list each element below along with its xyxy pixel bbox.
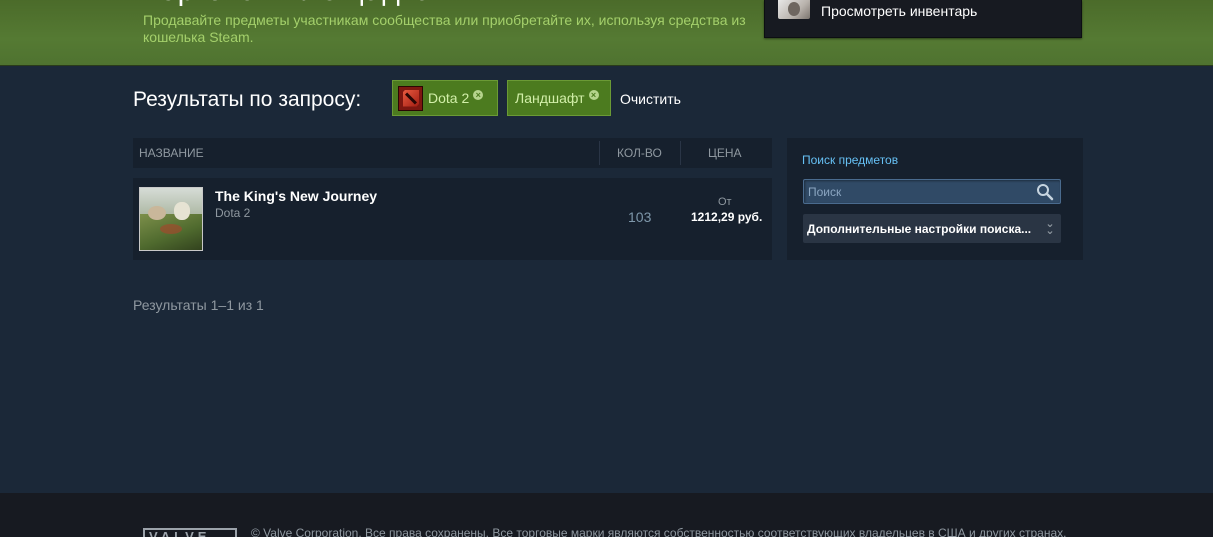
item-quantity: 103 [628,209,652,225]
table-row[interactable]: The King's New Journey Dota 2 103 От 121… [133,178,772,260]
column-quantity[interactable]: КОЛ-ВО [617,146,662,160]
market-banner: Торговая площадка Продавайте предметы уч… [0,0,1213,66]
avatar[interactable] [778,0,810,19]
item-search-title: Поиск предметов [802,153,899,167]
dota2-icon [398,85,423,111]
item-price: 1212,29 руб. [691,210,763,224]
item-search-panel: Поиск предметов Дополнительные настройки… [787,138,1083,260]
item-image [139,187,203,251]
filter-tag-label: Ландшафт [515,90,585,106]
results-table-header: НАЗВАНИЕ КОЛ-ВО ЦЕНА [133,138,772,168]
remove-tag-icon[interactable]: × [588,90,599,100]
footer: VALVE © Valve Corporation. Все права сох… [0,493,1213,537]
item-game: Dota 2 [215,206,251,220]
footer-copyright: © Valve Corporation. Все права сохранены… [251,526,1067,537]
view-inventory-link[interactable]: Просмотреть инвентарь [821,3,977,19]
valve-logo[interactable]: VALVE [143,528,237,537]
search-input[interactable] [805,181,1031,202]
item-name[interactable]: The King's New Journey [215,188,377,204]
column-name[interactable]: НАЗВАНИЕ [139,146,204,160]
page-title: Торговая площадка [143,0,433,8]
search-results-label: Результаты по запросу: [133,88,362,111]
column-divider [680,141,681,165]
results-count: Результаты 1–1 из 1 [133,297,264,313]
search-icon[interactable] [1036,183,1054,201]
item-price-prefix: От [718,196,732,208]
advanced-search-button[interactable]: Дополнительные настройки поиска... ⌄ ⌄ [803,214,1061,243]
inventory-box[interactable]: Просмотреть инвентарь [764,0,1082,38]
double-chevron-down-icon: ⌄ ⌄ [1045,218,1055,237]
filter-tag-label: Dota 2 [428,90,470,106]
filter-tag-landscape[interactable]: Ландшафт × [507,80,611,116]
column-divider [599,141,600,165]
advanced-search-label: Дополнительные настройки поиска... [807,222,1032,236]
search-box[interactable] [803,179,1061,204]
clear-filters-link[interactable]: Очистить [620,91,681,107]
column-price[interactable]: ЦЕНА [708,146,742,160]
remove-tag-icon[interactable]: × [473,90,484,100]
page-description: Продавайте предметы участникам сообществ… [143,12,746,45]
filter-tag-dota2[interactable]: Dota 2 × [392,80,498,116]
